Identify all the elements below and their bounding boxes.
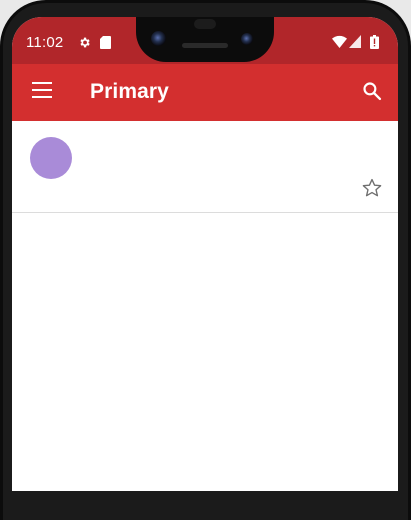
front-camera-left xyxy=(151,31,166,46)
signal-icon xyxy=(349,35,361,48)
status-time: 11:02 xyxy=(26,34,64,51)
page-title: Primary xyxy=(90,80,169,103)
avatar xyxy=(30,137,72,179)
battery-icon xyxy=(370,35,379,49)
earpiece-speaker xyxy=(182,43,228,48)
wifi-icon xyxy=(332,35,347,48)
front-camera-right xyxy=(241,33,253,45)
app-bar: Primary xyxy=(12,64,398,121)
notch-sensor xyxy=(194,19,216,29)
screen: 11:02 Primary xyxy=(12,17,398,491)
gear-icon xyxy=(80,37,90,48)
star-icon[interactable] xyxy=(361,177,383,199)
menu-icon[interactable] xyxy=(32,82,52,98)
sd-card-icon xyxy=(100,36,111,49)
camera-notch xyxy=(136,17,274,62)
search-icon[interactable] xyxy=(362,81,382,101)
list-item[interactable] xyxy=(12,121,398,213)
